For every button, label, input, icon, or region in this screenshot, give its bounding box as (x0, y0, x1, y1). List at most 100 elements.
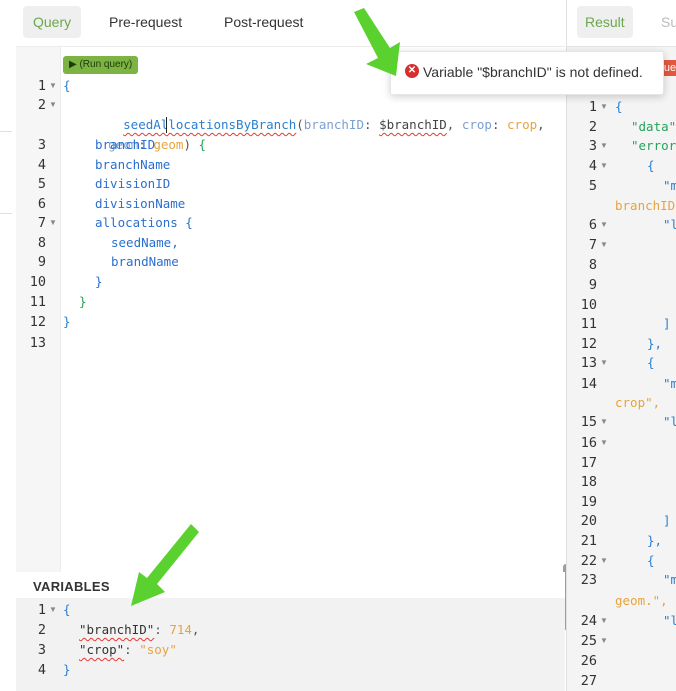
text-cursor (166, 117, 167, 133)
fold-arrow-icon[interactable]: ▼ (600, 433, 610, 453)
code-line-query-call: seedAllocationsByBranch(branchID: $branc… (123, 117, 545, 132)
fold-arrow-icon[interactable]: ▼ (600, 235, 610, 255)
result-line-number: 17 (580, 455, 597, 471)
line-number: 1 (37, 602, 46, 618)
line-number: 9 (37, 254, 46, 270)
result-line-number: 26 (580, 653, 597, 669)
result-code-line: { (647, 553, 655, 568)
result-line-number: 3 (588, 138, 597, 154)
crop-value: "soy" (139, 642, 177, 657)
query-pane: Query Pre-request Post-request ▶ (Run qu… (16, 0, 569, 691)
line-number: 2 (37, 97, 46, 113)
result-line-number: 4 (588, 158, 597, 174)
fold-arrow-icon[interactable]: ▼ (600, 551, 610, 571)
line-number: 2 (37, 622, 46, 638)
result-line-number: 1 (588, 99, 597, 115)
code-line-crop-variable: "crop": "soy" (79, 642, 177, 657)
result-code-line: "l (663, 613, 676, 628)
tab-result[interactable]: Result (577, 6, 633, 38)
result-line-number: 10 (580, 297, 597, 313)
line-number: 7 (37, 215, 46, 231)
error-tooltip: ✕ Variable "$branchID" is not defined. (390, 51, 664, 95)
result-code-line: }, (647, 533, 663, 548)
result-code-line: { (647, 158, 655, 173)
fold-arrow-icon[interactable]: ▼ (600, 136, 610, 156)
variables-header[interactable]: VARIABLES (16, 572, 565, 598)
variables-title: VARIABLES (33, 579, 110, 594)
line-number: 6 (37, 196, 46, 212)
line-number: 1 (37, 78, 46, 94)
code-line: } (95, 274, 103, 289)
result-line-number: 27 (580, 673, 597, 689)
error-message: Variable "$branchID" is not defined. (423, 64, 643, 80)
result-line-number: 25 (580, 633, 597, 649)
code-line: { (63, 78, 71, 93)
line-number: 4 (37, 157, 46, 173)
tab-pre-request[interactable]: Pre-request (99, 6, 192, 38)
result-line-number: 5 (588, 178, 597, 194)
code-line: allocations { (95, 215, 193, 230)
result-line-number: 24 (580, 613, 597, 629)
branch-key: "branchID" (79, 622, 155, 637)
line-number: 10 (29, 274, 46, 290)
result-pane[interactable]: Result Su ue 1▼23▼4▼56▼7▼8910111213▼1415… (566, 0, 676, 691)
line-number: 4 (37, 662, 46, 678)
code-line: divisionName (95, 196, 186, 211)
fold-arrow-icon[interactable]: ▼ (600, 97, 610, 117)
code-line: branchName (95, 157, 171, 172)
result-code-line: { (615, 99, 623, 114)
fold-arrow-icon[interactable]: ▼ (600, 215, 610, 235)
result-line-number: 2 (588, 119, 597, 135)
result-line-number: 6 (588, 217, 597, 233)
result-code-line: "data" (631, 119, 676, 134)
code-line: } (79, 294, 87, 309)
result-line-number: 7 (588, 237, 597, 253)
tab-query[interactable]: Query (23, 6, 82, 38)
line-number: 3 (37, 137, 46, 153)
crop-key: "crop" (79, 642, 125, 657)
code-line: divisionID (95, 176, 171, 191)
result-line-number: 13 (580, 355, 597, 371)
query-tab-bar: Query Pre-request Post-request (16, 0, 565, 47)
fold-arrow-icon[interactable]: ▼ (49, 76, 59, 96)
code-line: brandName (111, 254, 179, 269)
fold-arrow-icon[interactable]: ▼ (600, 156, 610, 176)
tab-post-request[interactable]: Post-request (214, 6, 313, 38)
code-line-branch-variable: "branchID": 714, (79, 622, 200, 637)
fold-arrow-icon[interactable]: ▼ (49, 95, 59, 115)
variables-editor[interactable]: 1 ▼ 2 3 4 { "branchID": 714, "crop": "so… (16, 598, 565, 691)
tab-subscriptions[interactable]: Su (661, 6, 676, 38)
result-line-number: 16 (580, 435, 597, 451)
result-code-line: "m (663, 572, 676, 587)
fold-arrow-icon[interactable]: ▼ (600, 631, 610, 651)
branch-value: 714 (169, 622, 192, 637)
result-line-number: 8 (588, 257, 597, 273)
run-query-button[interactable]: ▶ (Run query) (63, 56, 139, 74)
fold-arrow-icon[interactable]: ▼ (600, 611, 610, 631)
line-number: 3 (37, 642, 46, 658)
code-line: } (63, 662, 71, 677)
result-line-number: 22 (580, 553, 597, 569)
result-code-line: geom.", (615, 593, 668, 608)
fold-arrow-icon[interactable]: ▼ (600, 353, 610, 373)
result-code-line: "m (663, 376, 676, 391)
result-line-number: 11 (580, 316, 597, 332)
result-line-number: 21 (580, 533, 597, 549)
result-tab-bar: Result Su (567, 0, 676, 47)
result-code-line: "m (663, 178, 676, 193)
result-line-number: 9 (588, 277, 597, 293)
line-number: 12 (29, 314, 46, 330)
code-line: } (63, 314, 71, 329)
result-line-number: 23 (580, 572, 597, 588)
fold-arrow-icon[interactable]: ▼ (49, 213, 59, 233)
result-code-line: crop", (615, 395, 661, 410)
query-editor[interactable]: ▶ (Run query) 1 ▼ 2 ▼ 3 4 5 6 7 ▼ 8 9 10… (16, 47, 569, 630)
line-number: 11 (29, 294, 46, 310)
fold-arrow-icon[interactable]: ▼ (49, 600, 59, 620)
result-code-line: { (647, 355, 655, 370)
result-line-number: 18 (580, 474, 597, 490)
result-code-line: "l (663, 414, 676, 429)
code-line: branchID (95, 137, 156, 152)
fold-arrow-icon[interactable]: ▼ (600, 412, 610, 432)
green-arrow-icon (354, 8, 400, 76)
